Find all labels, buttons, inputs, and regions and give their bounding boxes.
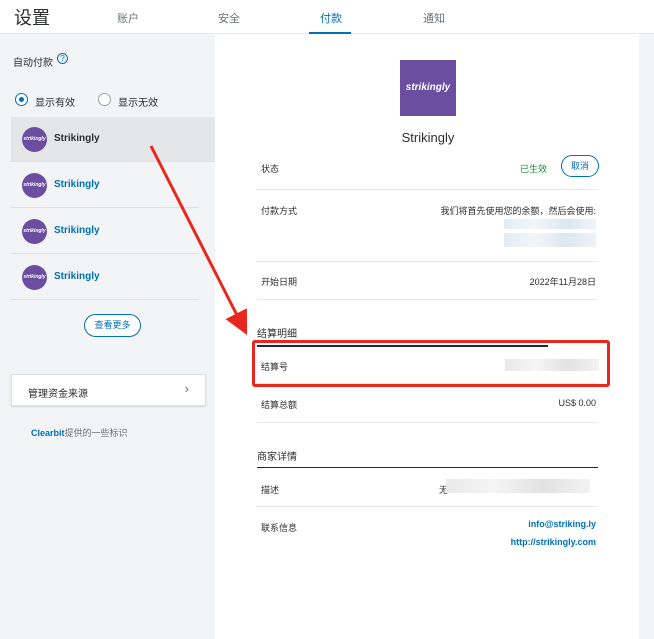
annotation-arrow-icon <box>149 145 248 336</box>
